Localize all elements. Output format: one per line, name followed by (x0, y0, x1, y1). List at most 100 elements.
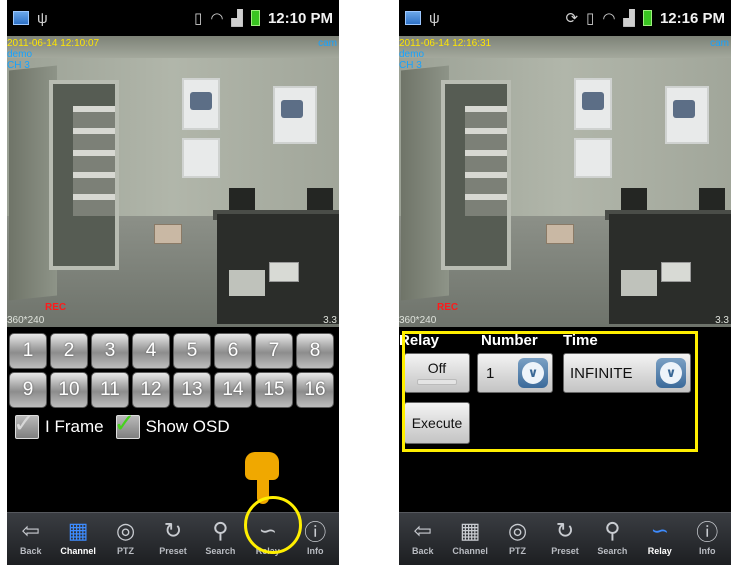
nav-channel[interactable]: ▦ Channel (446, 513, 493, 565)
osd-rec-indicator: REC (45, 302, 67, 313)
nav-label: Search (205, 546, 236, 556)
nav-label: Channel (60, 546, 96, 556)
nav-label: Search (597, 546, 628, 556)
phone-screen-left: ψ ▯ ◠ ▟ 12:10 PM 2011-06-14 12:10:07 dem… (7, 0, 339, 565)
highlight-box (402, 331, 698, 452)
channel-button-11[interactable]: 11 (91, 372, 129, 408)
channel-button-6[interactable]: 6 (214, 333, 252, 369)
nav-relay[interactable]: ∽ Relay (636, 513, 683, 565)
sync-icon: ⟳ (565, 9, 579, 27)
grid-icon: ▦ (67, 518, 89, 543)
ptz-icon: ◎ (507, 518, 528, 543)
channel-button-15[interactable]: 15 (255, 372, 293, 408)
osd-resolution: 360*240 (399, 315, 437, 326)
nav-label: Back (19, 546, 42, 556)
osd-fps: 3.3 (715, 315, 729, 326)
nav-label: Back (411, 546, 434, 556)
show-osd-checkbox[interactable]: ✓ Show OSD (114, 410, 230, 439)
nav-ptz[interactable]: ◎ PTZ (494, 513, 541, 565)
checkbox-checked-icon: ✓ (114, 410, 140, 439)
bottom-nav: ⇦ Back ▦ Channel ◎ PTZ ↻ Preset ⚲ Search… (399, 512, 731, 565)
highlight-circle (244, 496, 302, 554)
vibrate-icon: ▯ (586, 9, 595, 27)
nav-label: PTZ (509, 546, 527, 556)
osd-user: demo (399, 49, 425, 60)
channel-button-12[interactable]: 12 (132, 372, 170, 408)
nav-back[interactable]: ⇦ Back (7, 513, 54, 565)
battery-icon (250, 10, 260, 26)
iframe-checkbox[interactable]: ✓ I Frame (13, 410, 104, 439)
nav-label: Info (698, 546, 716, 556)
search-icon: ⚲ (604, 518, 621, 543)
status-bar: ψ ⟳ ▯ ◠ ▟ 12:16 PM (399, 0, 731, 36)
nav-label: Channel (452, 546, 488, 556)
channel-button-1[interactable]: 1 (9, 333, 47, 369)
usb-icon: ψ (37, 9, 48, 27)
osd-channel: CH 3 (7, 60, 30, 71)
camera-feed[interactable]: 2011-06-14 12:16:31 demo CH 3 cam REC 36… (399, 36, 731, 327)
channel-button-16[interactable]: 16 (296, 372, 334, 408)
vibrate-icon: ▯ (194, 9, 203, 27)
channel-button-7[interactable]: 7 (255, 333, 293, 369)
search-icon: ⚲ (212, 518, 229, 543)
nav-label: Info (306, 546, 324, 556)
nav-label: Relay (647, 546, 672, 556)
nav-label: PTZ (117, 546, 135, 556)
channel-button-3[interactable]: 3 (91, 333, 129, 369)
status-bar: ψ ▯ ◠ ▟ 12:10 PM (7, 0, 339, 36)
app-notification-icon (13, 11, 29, 25)
clock: 12:16 PM (659, 9, 725, 27)
nav-preset[interactable]: ↻ Preset (149, 513, 196, 565)
grid-icon: ▦ (459, 518, 481, 543)
channel-grid: 1 2 3 4 5 6 7 8 9 10 11 12 13 14 15 16 (9, 333, 335, 408)
channel-button-10[interactable]: 10 (50, 372, 88, 408)
osd-corner-label: cam (318, 38, 337, 49)
display-options: ✓ I Frame ✓ Show OSD (13, 410, 230, 439)
nav-channel[interactable]: ▦ Channel (54, 513, 101, 565)
ptz-icon: ◎ (115, 518, 136, 543)
channel-button-2[interactable]: 2 (50, 333, 88, 369)
preset-icon: ↻ (555, 518, 575, 543)
checkbox-unchecked-icon: ✓ (13, 410, 39, 439)
back-arrow-icon: ⇦ (21, 518, 40, 543)
channel-button-8[interactable]: 8 (296, 333, 334, 369)
channel-button-4[interactable]: 4 (132, 333, 170, 369)
channel-button-13[interactable]: 13 (173, 372, 211, 408)
wifi-icon: ◠ (210, 9, 224, 27)
nav-preset[interactable]: ↻ Preset (541, 513, 588, 565)
phone-screen-right: ψ ⟳ ▯ ◠ ▟ 12:16 PM 2011-06-14 12:16:31 d… (399, 0, 731, 565)
osd-timestamp: 2011-06-14 12:10:07 (7, 38, 100, 49)
nav-label: Preset (159, 546, 187, 556)
osd-resolution: 360*240 (7, 315, 45, 326)
checkbox-label: Show OSD (145, 417, 230, 436)
nav-search[interactable]: ⚲ Search (197, 513, 244, 565)
checkbox-label: I Frame (45, 417, 104, 436)
usb-icon: ψ (429, 9, 440, 27)
channel-button-9[interactable]: 9 (9, 372, 47, 408)
clock: 12:10 PM (267, 9, 333, 27)
nav-label: Preset (551, 546, 579, 556)
relay-icon: ∽ (650, 518, 670, 543)
signal-icon: ▟ (623, 9, 635, 27)
battery-icon (642, 10, 652, 26)
osd-timestamp: 2011-06-14 12:16:31 (399, 38, 492, 49)
info-icon: ⓘ (304, 520, 327, 545)
nav-ptz[interactable]: ◎ PTZ (102, 513, 149, 565)
app-notification-icon (405, 11, 421, 25)
back-arrow-icon: ⇦ (413, 518, 432, 543)
channel-button-14[interactable]: 14 (214, 372, 252, 408)
info-icon: ⓘ (696, 520, 719, 545)
nav-search[interactable]: ⚲ Search (589, 513, 636, 565)
wifi-icon: ◠ (602, 9, 616, 27)
osd-rec-indicator: REC (437, 302, 459, 313)
osd-user: demo (7, 49, 33, 60)
nav-info[interactable]: ⓘ Info (684, 513, 731, 565)
osd-corner-label: cam (710, 38, 729, 49)
osd-fps: 3.3 (323, 315, 337, 326)
nav-back[interactable]: ⇦ Back (399, 513, 446, 565)
preset-icon: ↻ (163, 518, 183, 543)
osd-channel: CH 3 (399, 60, 422, 71)
camera-feed[interactable]: 2011-06-14 12:10:07 demo CH 3 cam REC 36… (7, 36, 339, 327)
signal-icon: ▟ (231, 9, 243, 27)
channel-button-5[interactable]: 5 (173, 333, 211, 369)
